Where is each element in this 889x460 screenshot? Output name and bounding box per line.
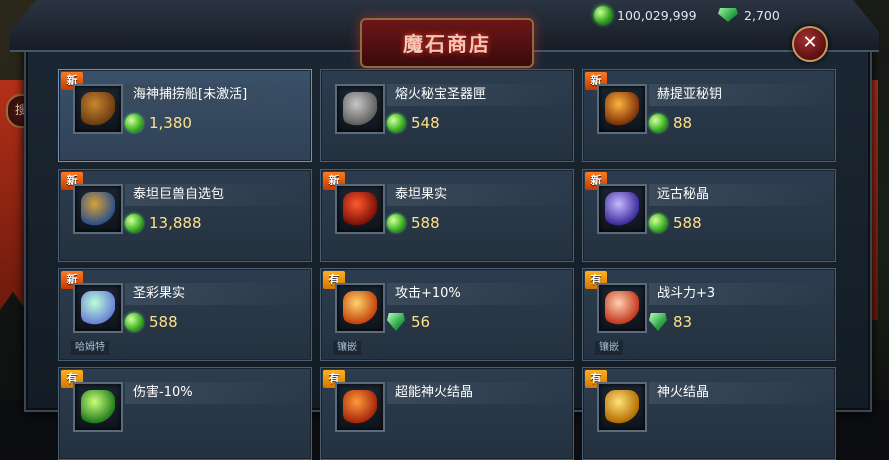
item-price: 548 bbox=[387, 112, 440, 134]
crystal-icon bbox=[605, 192, 639, 226]
item-slot[interactable] bbox=[597, 184, 647, 234]
item-grid: 新海神捕捞船[未激活] 1,380 熔火秘宝圣器匣 548 新赫提亚秘钥 88 新泰坦巨兽自… bbox=[58, 69, 836, 460]
item-card[interactable]: 有伤害-10% bbox=[58, 367, 312, 460]
item-price: 13,888 bbox=[125, 212, 202, 234]
ship-icon bbox=[81, 92, 115, 126]
magic-stone-icon bbox=[594, 6, 612, 24]
item-name: 赫提亚秘钥 bbox=[649, 84, 833, 106]
item-name: 伤害-10% bbox=[125, 382, 309, 404]
item-tag: 镶嵌 bbox=[595, 341, 623, 355]
item-price: 1,380 bbox=[125, 112, 192, 134]
item-slot[interactable] bbox=[335, 382, 385, 432]
item-card[interactable]: 新泰坦巨兽自选包 13,888 bbox=[58, 169, 312, 262]
fire-crystal-icon bbox=[343, 390, 377, 424]
item-slot[interactable] bbox=[597, 84, 647, 134]
item-price-value: 548 bbox=[411, 114, 440, 132]
item-name: 泰坦巨兽自选包 bbox=[125, 184, 309, 206]
item-price-value: 1,380 bbox=[149, 114, 192, 132]
red-rune-icon bbox=[605, 291, 639, 325]
gold-crystal-icon bbox=[605, 390, 639, 424]
magic-stone-icon bbox=[387, 114, 405, 132]
item-price: 588 bbox=[125, 311, 178, 333]
item-name: 圣彩果实 bbox=[125, 283, 309, 305]
item-slot[interactable] bbox=[335, 184, 385, 234]
rainbow-fruit-icon bbox=[81, 291, 115, 325]
gem-icon bbox=[387, 313, 405, 331]
item-price-value: 588 bbox=[673, 214, 702, 232]
item-name: 泰坦果实 bbox=[387, 184, 571, 206]
item-card[interactable]: 有攻击+10% 56 镶嵌 bbox=[320, 268, 574, 361]
item-slot[interactable] bbox=[73, 184, 123, 234]
item-card[interactable]: 新海神捕捞船[未激活] 1,380 bbox=[58, 69, 312, 162]
page-title: 魔石商店 bbox=[403, 32, 491, 56]
item-slot[interactable] bbox=[335, 84, 385, 134]
magic-stone-icon bbox=[387, 214, 405, 232]
item-slot[interactable] bbox=[73, 283, 123, 333]
item-name: 神火结晶 bbox=[649, 382, 833, 404]
gem-balance: 2,700 bbox=[718, 5, 780, 25]
item-price-value: 83 bbox=[673, 313, 693, 331]
item-name: 远古秘晶 bbox=[649, 184, 833, 206]
coin-balance: 100,029,999 bbox=[594, 5, 697, 25]
item-name: 熔火秘宝圣器匣 bbox=[387, 84, 571, 106]
key-icon bbox=[605, 92, 639, 126]
coin-balance-value: 100,029,999 bbox=[617, 7, 697, 23]
gem-icon bbox=[718, 8, 738, 22]
flame-rune-icon bbox=[343, 291, 377, 325]
item-price-value: 56 bbox=[411, 313, 431, 331]
green-gem-icon bbox=[81, 390, 115, 424]
item-tag: 哈姆特 bbox=[71, 341, 109, 355]
item-card[interactable]: 新赫提亚秘钥 88 bbox=[582, 69, 836, 162]
item-price-value: 88 bbox=[673, 114, 693, 132]
item-tag: 镶嵌 bbox=[333, 341, 361, 355]
item-card[interactable]: 新远古秘晶 588 bbox=[582, 169, 836, 262]
gem-balance-value: 2,700 bbox=[744, 7, 780, 23]
item-price-value: 588 bbox=[149, 313, 178, 331]
item-name: 攻击+10% bbox=[387, 283, 571, 305]
item-card[interactable]: 有神火结晶 bbox=[582, 367, 836, 460]
item-card[interactable]: 有超能神火结晶 bbox=[320, 367, 574, 460]
close-button[interactable]: ✕ bbox=[792, 26, 828, 62]
item-slot[interactable] bbox=[335, 283, 385, 333]
item-name: 超能神火结晶 bbox=[387, 382, 571, 404]
magic-stone-icon bbox=[649, 214, 667, 232]
chest-icon bbox=[343, 92, 377, 126]
item-slot[interactable] bbox=[73, 84, 123, 134]
gem-icon bbox=[649, 313, 667, 331]
item-card[interactable]: 有战斗力+3 83 镶嵌 bbox=[582, 268, 836, 361]
item-slot[interactable] bbox=[73, 382, 123, 432]
item-card[interactable]: 熔火秘宝圣器匣 548 bbox=[320, 69, 574, 162]
magic-stone-icon bbox=[125, 313, 143, 331]
magic-stone-icon bbox=[649, 114, 667, 132]
item-price: 588 bbox=[387, 212, 440, 234]
fruit-icon bbox=[343, 192, 377, 226]
item-price: 88 bbox=[649, 112, 692, 134]
item-slot[interactable] bbox=[597, 283, 647, 333]
item-slot[interactable] bbox=[597, 382, 647, 432]
item-price: 56 bbox=[387, 311, 430, 333]
title-plate: 魔石商店 bbox=[360, 18, 534, 68]
item-card[interactable]: 新泰坦果实 588 bbox=[320, 169, 574, 262]
item-price: 83 bbox=[649, 311, 692, 333]
item-price-value: 13,888 bbox=[149, 214, 202, 232]
item-price-value: 588 bbox=[411, 214, 440, 232]
item-card[interactable]: 新圣彩果实 588 哈姆特 bbox=[58, 268, 312, 361]
gift-box-icon bbox=[81, 192, 115, 226]
item-name: 战斗力+3 bbox=[649, 283, 833, 305]
item-name: 海神捕捞船[未激活] bbox=[125, 84, 309, 106]
magic-stone-icon bbox=[125, 214, 143, 232]
item-price: 588 bbox=[649, 212, 702, 234]
magic-stone-icon bbox=[125, 114, 143, 132]
